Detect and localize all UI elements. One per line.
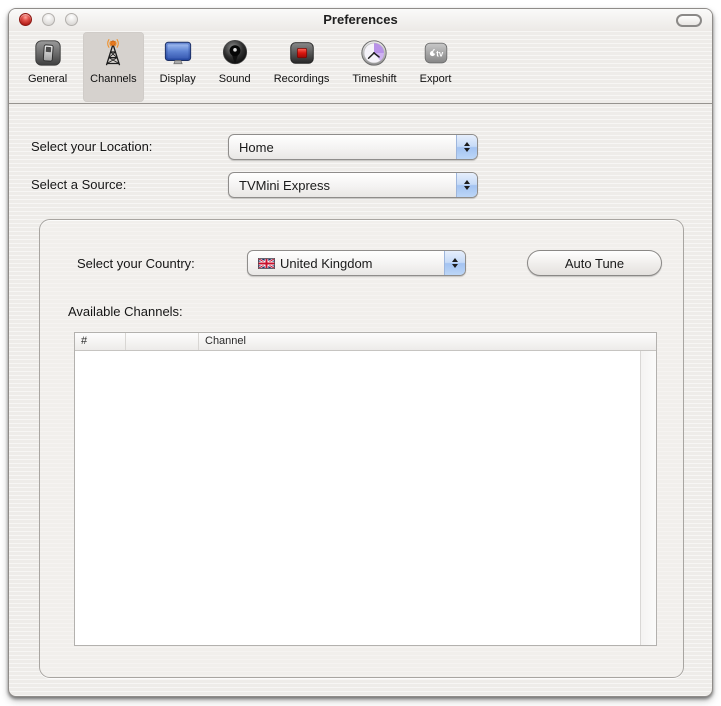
toolbar-item-recordings[interactable]: Recordings	[267, 32, 337, 102]
popup-arrows-icon	[444, 251, 465, 275]
window-title: Preferences	[323, 12, 398, 27]
source-label: Select a Source:	[31, 177, 127, 192]
auto-tune-button[interactable]: Auto Tune	[527, 250, 662, 276]
channels-table-body[interactable]	[75, 351, 656, 645]
column-header-blank[interactable]	[126, 333, 199, 350]
speaker-icon	[219, 36, 251, 70]
toolbar-item-sound[interactable]: Sound	[212, 32, 258, 102]
channels-table: # Channel	[74, 332, 657, 646]
record-icon	[286, 36, 318, 70]
monitor-icon	[162, 36, 194, 70]
auto-tune-label: Auto Tune	[564, 255, 625, 271]
clock-icon	[358, 36, 390, 70]
appletv-icon-text: tv	[436, 49, 444, 58]
toolbar-label: Export	[419, 73, 452, 85]
toolbar-item-display[interactable]: Display	[153, 32, 203, 102]
toolbar-label: Recordings	[273, 73, 330, 85]
popup-arrows-icon	[456, 173, 477, 197]
toolbar-label: General	[28, 73, 68, 85]
vertical-scrollbar[interactable]	[640, 351, 656, 645]
location-value: Home	[239, 139, 274, 155]
location-label: Select your Location:	[31, 139, 153, 154]
appletv-icon: tv	[420, 36, 452, 70]
country-label: Select your Country:	[77, 256, 195, 271]
toolbar-item-timeshift[interactable]: Timeshift	[345, 32, 403, 102]
titlebar[interactable]: Preferences	[9, 9, 712, 31]
available-channels-label: Available Channels:	[68, 304, 183, 319]
column-header-channel[interactable]: Channel	[199, 333, 656, 350]
toolbar-label: Timeshift	[352, 73, 397, 85]
toolbar-toggle-button[interactable]	[676, 14, 702, 27]
toolbar-label: Channels	[90, 73, 137, 85]
tuning-groupbox: Select your Country: United Kingdom Auto…	[39, 219, 684, 678]
column-header-number[interactable]: #	[75, 333, 126, 350]
toolbar-item-export[interactable]: tv Export	[413, 32, 459, 102]
location-select[interactable]: Home	[228, 134, 478, 160]
toolbar-label: Sound	[218, 73, 251, 85]
remote-control-icon	[32, 36, 64, 70]
country-select[interactable]: United Kingdom	[247, 250, 466, 276]
toolbar-item-channels[interactable]: Channels	[83, 32, 144, 102]
source-select[interactable]: TVMini Express	[228, 172, 478, 198]
popup-arrows-icon	[456, 135, 477, 159]
source-value: TVMini Express	[239, 177, 331, 193]
uk-flag-icon	[258, 257, 275, 269]
toolbar-item-general[interactable]: General	[21, 32, 74, 102]
preferences-toolbar: General Channels Display Sound Recording…	[9, 31, 712, 104]
preferences-window: Preferences General Channels Display Sou…	[8, 8, 713, 697]
toolbar-label: Display	[159, 73, 196, 85]
antenna-icon	[97, 36, 129, 70]
channels-table-header: # Channel	[75, 333, 656, 351]
country-value: United Kingdom	[280, 255, 373, 271]
